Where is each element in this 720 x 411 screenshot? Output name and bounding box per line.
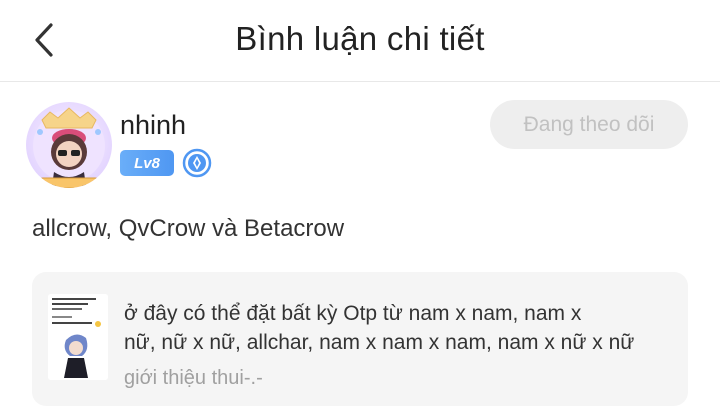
page-title: Bình luận chi tiết (235, 20, 485, 57)
comment-text: allcrow, QvCrow và Betacrow (32, 215, 345, 242)
following-button[interactable]: Đang theo dõi (490, 100, 688, 149)
username[interactable]: nhinh (120, 110, 186, 141)
story-description-line: nữ, nữ x nữ, allchar, nam x nam x nam, n… (124, 331, 635, 354)
app-header: Bình luận chi tiết (0, 0, 720, 82)
avatar[interactable] (26, 102, 112, 188)
comment-author-row: nhinh Lv8 Đang theo dõi (26, 98, 694, 194)
story-subtitle: giới thiệu thui-.- (124, 367, 263, 389)
story-description-line: ở đây có thể đặt bất kỳ Otp từ nam x nam… (124, 302, 582, 325)
story-cover-image (48, 294, 108, 380)
level-badge: Lv8 (120, 150, 174, 176)
avatar-image (33, 107, 105, 188)
story-description: ở đây có thể đặt bất kỳ Otp từ nam x nam… (124, 299, 672, 357)
verified-badge-icon (182, 148, 212, 178)
story-cover-art (48, 294, 108, 380)
story-card[interactable]: ở đây có thể đặt bất kỳ Otp từ nam x nam… (32, 272, 688, 406)
